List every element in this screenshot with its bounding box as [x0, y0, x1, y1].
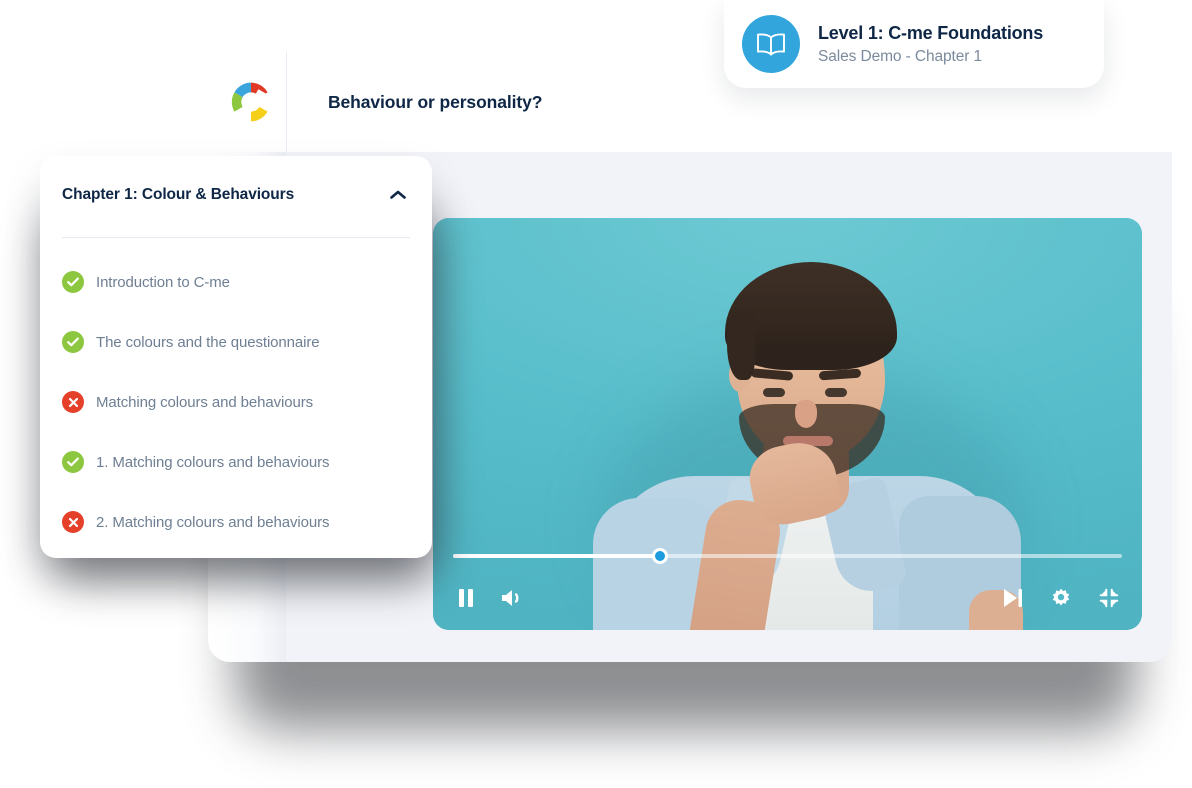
gear-icon [1050, 587, 1072, 609]
skip-forward-icon [1002, 588, 1024, 608]
page-title: Behaviour or personality? [328, 91, 543, 112]
pause-icon [457, 588, 475, 608]
progress-thumb[interactable] [652, 548, 669, 564]
check-circle-icon [62, 451, 84, 473]
list-item[interactable]: Matching colours and behaviours [62, 372, 410, 432]
skip-forward-button[interactable] [1000, 585, 1026, 611]
video-controls [433, 534, 1142, 630]
list-item[interactable]: The colours and the questionnaire [62, 312, 410, 372]
settings-button[interactable] [1048, 585, 1074, 611]
exit-fullscreen-button[interactable] [1096, 585, 1122, 611]
list-item[interactable]: 1. Matching colours and behaviours [62, 432, 410, 492]
list-item[interactable]: 2. Matching colours and behaviours [62, 492, 410, 552]
video-player[interactable] [433, 218, 1142, 630]
control-buttons-row [453, 584, 1122, 612]
course-badge-title: Level 1: C-me Foundations [818, 22, 1044, 43]
list-item-label: Introduction to C-me [96, 273, 230, 291]
pause-button[interactable] [453, 585, 479, 611]
volume-icon [500, 588, 524, 608]
header-divider [286, 52, 287, 152]
open-book-icon [742, 15, 800, 73]
list-item-label: Matching colours and behaviours [96, 393, 314, 411]
collapse-toggle[interactable] [386, 183, 410, 207]
chapter-title: Chapter 1: Colour & Behaviours [62, 186, 295, 203]
chapter-panel: Chapter 1: Colour & Behaviours Introduct… [40, 156, 432, 558]
lesson-list: Introduction to C-me The colours and the… [40, 252, 432, 552]
check-circle-icon [62, 331, 84, 353]
x-circle-icon [62, 511, 84, 533]
chapter-panel-header[interactable]: Chapter 1: Colour & Behaviours [40, 156, 432, 234]
course-badge-subtitle: Sales Demo - Chapter 1 [818, 47, 983, 65]
course-badge: Level 1: C-me Foundations Sales Demo - C… [724, 0, 1104, 88]
list-item[interactable]: Introduction to C-me [62, 252, 410, 312]
chevron-up-icon [389, 189, 407, 201]
panel-divider [62, 237, 410, 238]
c-me-logo [228, 79, 276, 125]
list-item-label: 2. Matching colours and behaviours [96, 513, 330, 531]
list-item-label: 1. Matching colours and behaviours [96, 453, 330, 471]
progress-played [453, 554, 661, 558]
progress-bar[interactable] [453, 548, 1122, 564]
compress-icon [1098, 587, 1120, 609]
x-circle-icon [62, 391, 84, 413]
list-item-label: The colours and the questionnaire [96, 333, 320, 351]
check-circle-icon [62, 271, 84, 293]
volume-button[interactable] [499, 585, 525, 611]
